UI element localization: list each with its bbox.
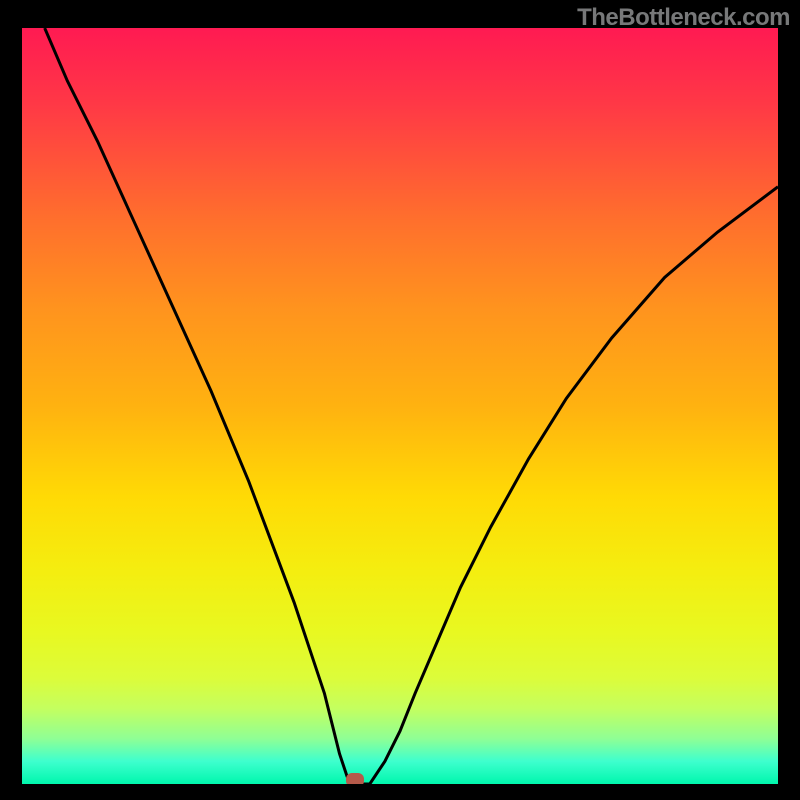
bottleneck-curve (22, 28, 778, 784)
plot-area (22, 28, 778, 784)
optimal-marker (346, 773, 364, 784)
chart-frame: TheBottleneck.com (0, 0, 800, 800)
attribution-label: TheBottleneck.com (577, 4, 790, 32)
